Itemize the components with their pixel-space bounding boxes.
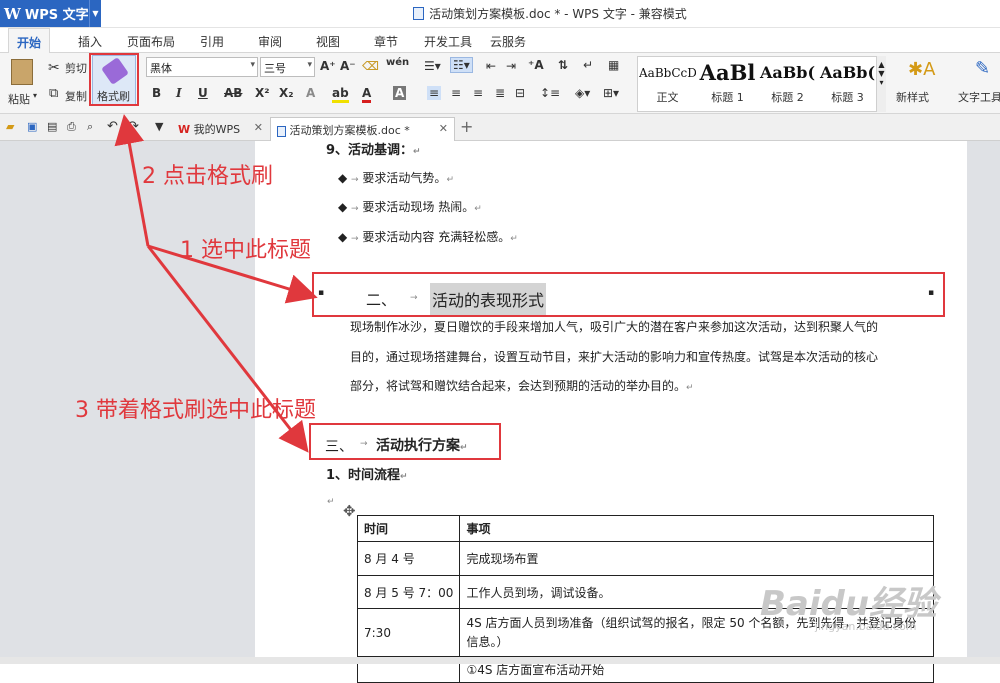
annotation-step-1: 1 选中此标题 — [180, 238, 311, 263]
annotation-step-2: 2 点击格式刷 — [142, 164, 273, 189]
annotation-step-3: 3 带着格式刷选中此标题 — [75, 398, 316, 423]
annotation-arrows — [114, 114, 318, 453]
status-bar — [0, 657, 1000, 664]
